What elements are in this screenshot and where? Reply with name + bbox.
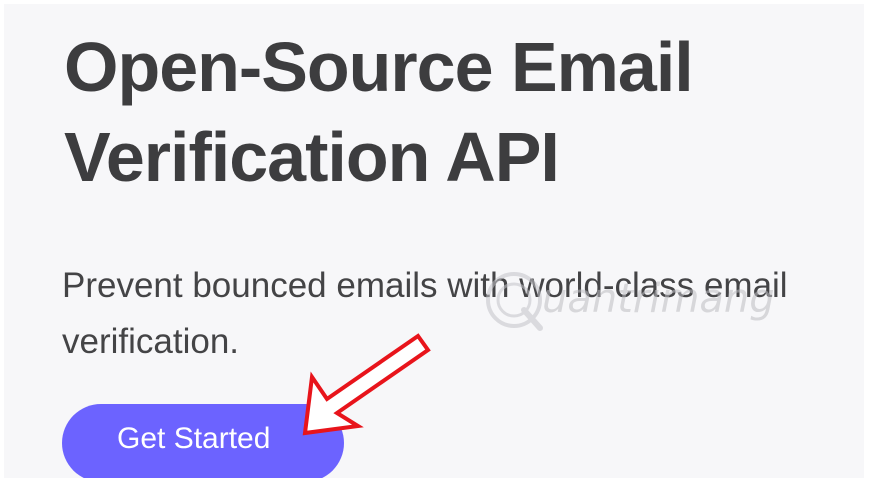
title-line-2: Verification API — [64, 118, 560, 196]
title-line-1: Open-Source Email — [64, 28, 694, 106]
hero-section: Open-Source Email Verification API Preve… — [4, 4, 864, 478]
watermark: uantrimang — [480, 266, 775, 336]
q-logo-icon — [486, 272, 543, 331]
page-title: Open-Source Email Verification API — [64, 22, 694, 202]
get-started-button[interactable]: Get Started — [62, 404, 344, 478]
watermark-text: uantrimang — [542, 276, 775, 322]
subtitle-line-2: verification. — [62, 322, 240, 361]
